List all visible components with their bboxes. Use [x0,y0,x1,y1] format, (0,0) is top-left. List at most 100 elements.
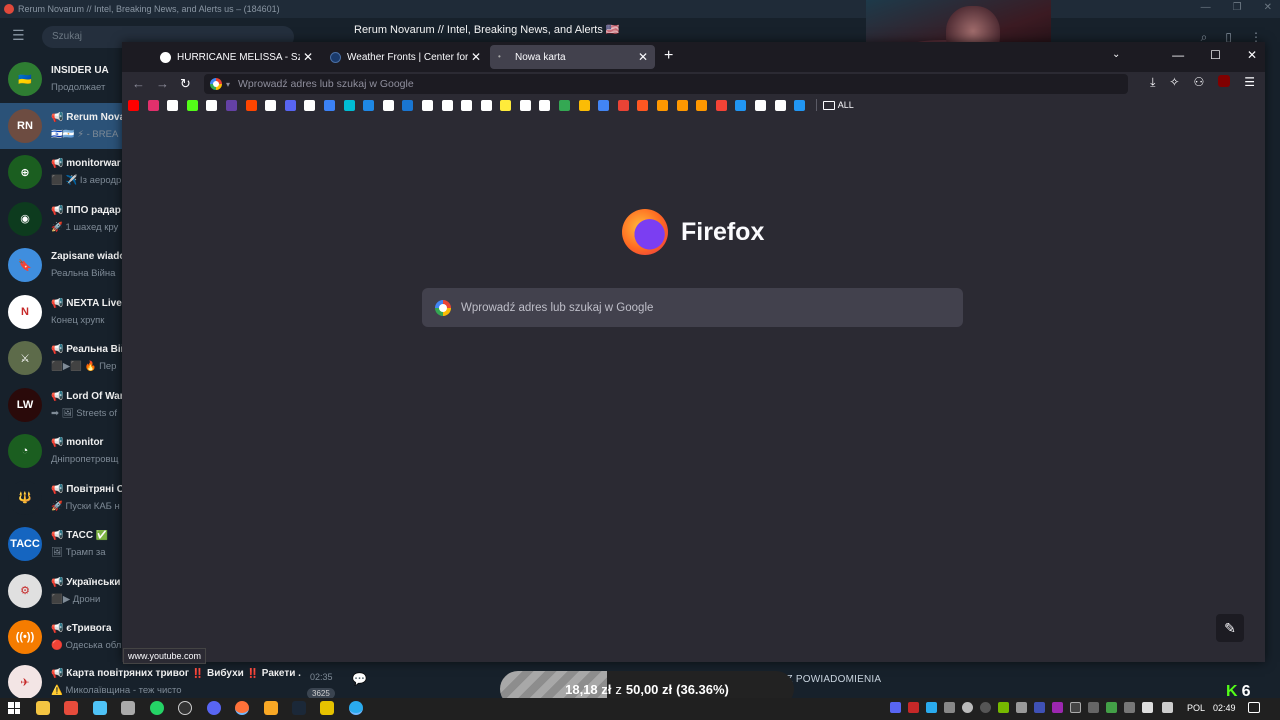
bookmark-icon[interactable] [461,99,473,111]
bookmark-icon[interactable] [500,99,512,111]
telegram-tray-icon[interactable] [926,702,937,713]
bookmark-folder-all[interactable]: ALL [822,100,854,110]
firefox-taskbar-icon[interactable] [235,701,249,715]
bookmark-icon[interactable] [421,99,433,111]
bookmark-icon[interactable] [225,99,237,111]
bookmark-icon[interactable] [676,99,688,111]
steam-icon[interactable] [292,701,306,715]
bookmark-icon[interactable] [382,99,394,111]
telegram-chat-item[interactable]: ТАСС 📢 ТАСС ✅ 🖼 Трамп за [0,521,122,568]
google-icon[interactable] [210,78,222,90]
clock[interactable]: 02:49 [1213,703,1236,713]
bookmark-icon[interactable] [343,99,355,111]
bookmark-icon[interactable] [323,99,335,111]
bookmark-icon[interactable] [755,99,766,111]
app-icon[interactable] [264,701,278,715]
menu-icon[interactable]: ☰ [1244,75,1255,90]
language-indicator[interactable]: POL [1187,703,1205,713]
telegram-chat-item[interactable]: ◔ 📢 monitor Дніпропетровщ [0,428,122,475]
url-bar[interactable]: ▾ Wprowadź adres lub szukaj w Google [204,74,1128,94]
bookmark-icon[interactable] [617,99,629,111]
tab-hurricane[interactable]: HURRICANE MELISSA - Szukaj w Google ✕ [152,45,320,69]
close-icon[interactable]: ✕ [1264,2,1272,13]
search-input[interactable]: Wprowadź adres lub szukaj w Google [461,302,653,314]
speaker-icon[interactable] [1162,702,1173,713]
tray-icon[interactable] [1052,702,1063,713]
bookmark-icon[interactable] [480,99,492,111]
bookmark-icon[interactable] [539,99,551,111]
close-tab-icon[interactable]: ✕ [635,50,651,64]
bookmark-icon[interactable] [657,99,669,111]
telegram-taskbar-icon[interactable] [349,701,363,715]
bookmark-icon[interactable] [284,99,296,111]
app-icon[interactable] [93,701,107,715]
privacy-icon[interactable]: ⚇ [1193,75,1204,90]
tray-icon[interactable] [998,702,1009,713]
bookmark-icon[interactable] [637,99,649,111]
tray-icon[interactable] [1070,702,1081,713]
comment-icon[interactable]: 💬 [352,672,367,686]
telegram-chat-item[interactable]: 🔖 Zapisane wiado Реальна Війна [0,242,122,289]
tray-icon[interactable] [1106,702,1117,713]
tray-icon[interactable] [1142,702,1153,713]
chevron-down-icon[interactable]: ▾ [226,80,230,89]
new-tab-icon[interactable]: + [664,47,673,65]
bookmark-icon[interactable] [245,99,257,111]
bookmark-icon[interactable] [265,99,277,111]
telegram-chat-item[interactable]: ⊕ 📢 monitorwar ⬛ ✈️ Із аеродр [0,149,122,196]
tray-icon[interactable] [1034,702,1045,713]
ublock-icon[interactable] [1218,75,1231,87]
maximize-icon[interactable]: ❐ [1233,2,1242,13]
minimize-icon[interactable]: — [1172,48,1184,62]
tray-icon[interactable] [1016,702,1027,713]
telegram-chat-item[interactable]: ((•)) 📢 єТривога 🔴 Одеська обл [0,614,122,661]
back-icon[interactable]: ← [132,76,145,91]
discord-icon[interactable] [207,701,221,715]
close-tab-icon[interactable]: ✕ [300,50,316,64]
bookmark-icon[interactable] [128,99,139,111]
forward-icon[interactable]: → [156,76,169,91]
bookmark-icon[interactable] [147,99,159,111]
discord-tray-icon[interactable] [890,702,901,713]
close-icon[interactable]: ✕ [1247,48,1257,62]
tab-new-tab[interactable]: • Nowa karta ✕ [490,45,655,69]
volume-icon[interactable] [1088,702,1099,713]
telegram-chat-item[interactable]: RN 📢 Rerum Nova 🇮🇱🇦🇷 ⚡ - BREA [0,102,122,149]
tray-icon[interactable] [962,702,973,713]
search-box[interactable]: Wprowadź adres lub szukaj w Google [422,288,963,327]
network-icon[interactable] [1124,702,1135,713]
telegram-chat-item[interactable]: ◉ 📢 ППО радар 🚀 1 шахед кру [0,196,122,243]
menu-icon[interactable]: ☰ [12,27,25,44]
bookmark-icon[interactable] [186,99,198,111]
notes-app-icon[interactable] [64,701,78,715]
bookmark-icon[interactable] [363,99,375,111]
bookmark-icon[interactable] [598,99,610,111]
chatgpt-icon[interactable] [178,701,192,715]
bookmark-icon[interactable] [441,99,453,111]
extensions-icon[interactable]: ✧ [1169,75,1179,90]
tab-weather-fronts[interactable]: Weather Fronts | Center for Science Educ… [322,45,488,69]
list-all-tabs-icon[interactable]: ⌄ [1112,49,1120,60]
telegram-chat-item[interactable]: LW 📢 Lord Of War ➡ 🖼 Streets of [0,382,122,429]
customize-pencil-icon[interactable]: ✎ [1216,614,1244,642]
telegram-chat-item-bottom[interactable]: ✈ 📢 Карта повітряних тривог ‼️ Вибухи ‼️… [0,662,340,702]
close-tab-icon[interactable]: ✕ [468,50,484,64]
app-icon[interactable] [320,701,334,715]
minimize-icon[interactable]: — [1201,2,1211,13]
reload-icon[interactable]: ↻ [180,76,191,92]
bookmark-icon[interactable] [519,99,531,111]
bookmark-icon[interactable] [304,99,316,111]
windows-start-icon[interactable] [8,702,20,714]
bookmark-icon[interactable] [559,99,571,111]
file-explorer-icon[interactable] [36,701,50,715]
bookmark-icon[interactable] [794,99,806,111]
notifications-icon[interactable] [1248,702,1260,713]
telegram-chat-item[interactable]: 🔱 📢 Повітряні Си 🚀 Пуски КАБ н [0,475,122,522]
bookmark-icon[interactable] [402,99,414,111]
download-icon[interactable]: ⤓ [1150,75,1155,90]
tray-icon[interactable] [908,702,919,713]
whatsapp-icon[interactable] [150,701,164,715]
telegram-chat-item[interactable]: N 📢 NEXTA Live Конец хрупк [0,289,122,336]
telegram-chat-item[interactable]: ⚙ 📢 Українськи ⬛▶ Дрони [0,568,122,615]
bookmark-icon[interactable] [774,99,786,111]
